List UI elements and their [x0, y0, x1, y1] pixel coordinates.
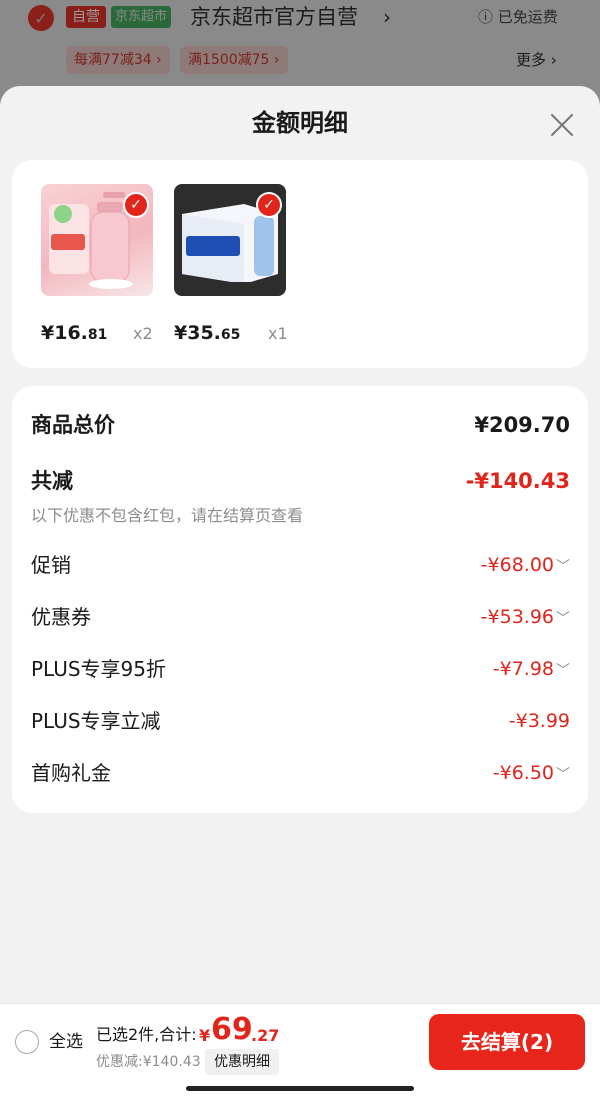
total-price-label: 商品总价	[31, 413, 115, 437]
plus-reduce-value: -¥3.99	[508, 710, 570, 732]
plus-reduce-label: PLUS专享立减	[31, 709, 161, 733]
store-chevron-icon: ›	[383, 5, 391, 29]
total-reduce-label: 共减	[31, 469, 73, 493]
first-buy-row[interactable]: -¥6.50 ﹀	[493, 758, 570, 790]
plus95-label: PLUS专享95折	[31, 657, 166, 681]
promotion-label: 促销	[31, 553, 71, 577]
total-currency: ¥	[199, 1026, 211, 1045]
checkout-button[interactable]: 去结算(2)	[429, 1014, 585, 1070]
promo-pill-1[interactable]: 每满77减34 ›	[66, 46, 170, 74]
plus95-row[interactable]: -¥7.98 ﹀	[493, 654, 570, 686]
home-indicator	[186, 1086, 414, 1091]
product-image-foam-wash[interactable]: ✓	[41, 184, 153, 296]
product-price-2: ¥35.65	[174, 322, 241, 344]
product-qty-2: x1	[268, 324, 288, 343]
select-all-radio[interactable]	[15, 1030, 39, 1054]
product-check-icon[interactable]: ✓	[256, 192, 282, 218]
jd-supermarket-tag: 京东超市	[111, 6, 172, 28]
product-price-1: ¥16.81	[41, 322, 108, 344]
reduce-note: 以下优惠不包含红包，请在结算页查看	[31, 506, 304, 525]
price-breakdown-card: 商品总价 ¥209.70 共减 -¥140.43 以下优惠不包含红包，请在结算页…	[12, 386, 588, 813]
self-operated-tag: 自营	[66, 6, 106, 28]
product-image-water[interactable]: ✓	[174, 184, 286, 296]
discount-detail-button[interactable]: 优惠明细	[205, 1049, 279, 1075]
coupon-label: 优惠券	[31, 605, 91, 629]
first-buy-label: 首购礼金	[31, 761, 111, 785]
close-icon[interactable]	[546, 108, 578, 140]
more-link[interactable]: 更多 ›	[516, 48, 557, 72]
product-check-icon[interactable]: ✓	[123, 192, 149, 218]
chevron-down-icon: ﹀	[556, 663, 570, 679]
select-all-label[interactable]: 全选	[49, 1029, 83, 1055]
store-check-icon[interactable]: ✓	[28, 5, 54, 31]
product-qty-1: x2	[133, 324, 153, 343]
promo-pill-2[interactable]: 满1500减75 ›	[180, 46, 288, 74]
total-amount-int: 69	[211, 1012, 253, 1047]
free-shipping-label: ⓘ 已免运费	[478, 8, 558, 26]
chevron-down-icon: ﹀	[556, 611, 570, 627]
selected-count: 已选2件,合计:	[96, 1025, 197, 1044]
sheet-title: 金额明细	[252, 109, 348, 137]
total-price-value: ¥209.70	[474, 413, 570, 437]
total-amount-dec: .27	[251, 1026, 280, 1045]
products-card: ✓ ✓ ¥16.81 x2 ¥35.65 x1	[12, 160, 588, 368]
promotion-row[interactable]: -¥68.00 ﹀	[481, 550, 570, 582]
store-name[interactable]: 京东超市官方自营	[190, 2, 358, 32]
coupon-row[interactable]: -¥53.96 ﹀	[481, 602, 570, 634]
total-reduce-value: -¥140.43	[465, 469, 570, 493]
chevron-down-icon: ﹀	[556, 559, 570, 575]
discount-summary: 优惠减:¥140.43	[96, 1054, 201, 1070]
chevron-down-icon: ﹀	[556, 767, 570, 783]
amount-detail-sheet: 金额明细 ✓ ✓ ¥16.81 x2 ¥35.65 x1 商品总价 ¥209.7…	[0, 86, 600, 1102]
